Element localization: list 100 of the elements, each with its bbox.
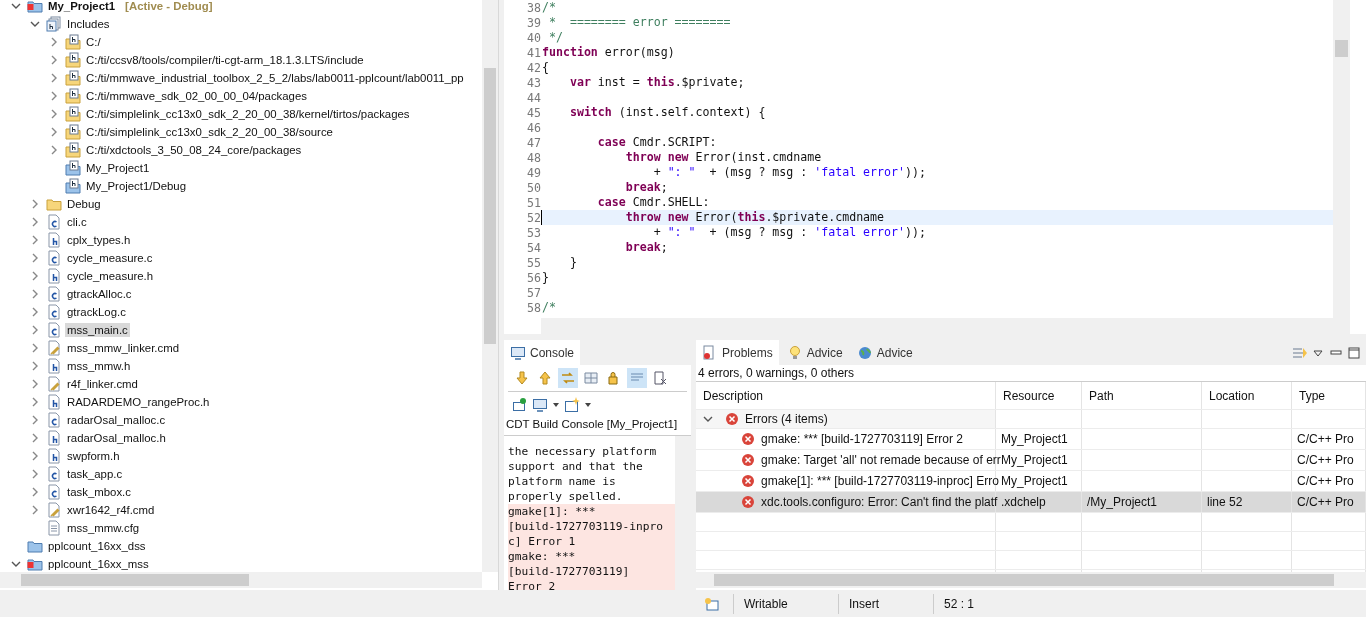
column-header[interactable]: Location (1202, 382, 1292, 409)
tree-item[interactable]: C:/ (84, 35, 103, 49)
code-line: case Cmdr.SHELL: (596, 195, 711, 210)
tree-item[interactable]: My_Project1 (46, 0, 118, 13)
tree-item[interactable]: C:/ti/simplelink_cc13x0_sdk_2_20_00_38/kernel/tirtos/packages (84, 107, 412, 121)
problem-row[interactable]: gmake: *** [build-1727703119] Error 2 My_Project1 C/C++ Pro (696, 429, 1366, 450)
tree-item[interactable]: cli.c (65, 215, 89, 229)
code-line: case Cmdr.SCRIPT: (596, 135, 718, 150)
line-number: 39 (526, 15, 541, 30)
code-line: + ": " + (msg ? msg : 'fatal error')); (652, 225, 927, 240)
tree-item[interactable]: C:/ti/simplelink_cc13x0_sdk_2_20_00_38/source (84, 125, 335, 139)
code-line: { (541, 60, 550, 75)
table-cell: /My_Project1 (1087, 495, 1158, 509)
table-cell: C/C++ Pro (1297, 495, 1354, 509)
tree-item[interactable]: pplcount_16xx_mss (46, 557, 151, 571)
tree-item[interactable]: mss_main.c (65, 323, 130, 337)
tree-item[interactable]: C:/ti/xdctools_3_50_08_24_core/packages (84, 143, 304, 157)
tree-item[interactable]: cplx_types.h (65, 233, 133, 247)
tree-item[interactable]: C:/ti/ccsv8/tools/compiler/ti-cgt-arm_18.1.3.LTS/include (84, 53, 366, 67)
console-tab[interactable]: Console (504, 340, 581, 365)
problem-row[interactable]: xdc.tools.configuro: Error: Can't find the platf .xdchelp /My_Project1 line 52 C/C++ Pro (696, 492, 1366, 513)
code-line: } (568, 255, 578, 270)
status-field: Insert (838, 593, 933, 614)
table-cell: xdc.tools.configuro: Error: Can't find the platf (761, 495, 998, 509)
status-field: 52 : 1 (933, 593, 1366, 614)
tree-item[interactable]: gtrackLog.c (65, 305, 128, 319)
tree-item[interactable]: task_mbox.c (65, 485, 133, 499)
line-number: 58 (526, 300, 541, 315)
tree-item[interactable]: C:/ti/mmwave_sdk_02_00_00_04/packages (84, 89, 309, 103)
console-line: platform name is (508, 474, 617, 489)
code-line: break; (624, 180, 669, 195)
tree-item[interactable]: swpform.h (65, 449, 122, 463)
tree-item[interactable]: radarOsal_malloc.c (65, 413, 168, 427)
panel-tab[interactable]: Problems (696, 340, 779, 365)
error-group-row[interactable]: Errors (4 items) (696, 410, 996, 428)
line-number: 50 (526, 180, 541, 195)
tree-item[interactable]: My_Project1 (84, 161, 152, 175)
code-line: /* (541, 300, 557, 315)
tree-item[interactable]: task_app.c (65, 467, 125, 481)
line-number: 45 (526, 105, 541, 120)
code-line: throw new Error(inst.cmdname (624, 150, 823, 165)
table-cell: gmake: Target 'all' not remade because of err (761, 453, 1001, 467)
tree-item[interactable]: pplcount_16xx_dss (46, 539, 148, 553)
group-label: Errors (4 items) (745, 412, 828, 426)
tree-item[interactable]: cycle_measure.h (65, 269, 156, 283)
build-config-label: [Active - Debug] (125, 0, 213, 12)
code-line: switch (inst.self.context) { (568, 105, 767, 120)
tree-item[interactable]: gtrackAlloc.c (65, 287, 134, 301)
tree-item[interactable]: xwr1642_r4f.cmd (65, 503, 157, 517)
line-number: 48 (526, 150, 541, 165)
table-cell: C/C++ Pro (1297, 453, 1354, 467)
console-line: support and that the (508, 459, 644, 474)
line-number: 56 (526, 270, 541, 285)
table-cell: My_Project1 (1001, 432, 1068, 446)
panel-tab[interactable]: Advice (850, 340, 919, 365)
code-line: + ": " + (msg ? msg : 'fatal error')); (652, 165, 927, 180)
tree-item[interactable]: RADARDEMO_rangeProc.h (65, 395, 212, 409)
table-cell: C/C++ Pro (1297, 474, 1354, 488)
code-line: /* (541, 0, 557, 15)
tree-item[interactable]: C:/ti/mmwave_industrial_toolbox_2_5_2/labs/lab0011-pplcount/lab0011_pp (84, 71, 466, 85)
console-line: properly spelled. (508, 489, 624, 504)
problem-row[interactable]: gmake: Target 'all' not remade because of errMy_Project1 C/C++ Pro (696, 450, 1366, 471)
tree-item[interactable]: My_Project1/Debug (84, 179, 189, 193)
console-title: CDT Build Console [My_Project1] (504, 418, 691, 436)
tree-item[interactable]: Debug (65, 197, 103, 211)
panel-tab[interactable]: Advice (780, 340, 849, 365)
console-line: the necessary platform (508, 444, 658, 459)
table-cell: gmake: *** [build-1727703119] Error 2 (761, 432, 963, 446)
status-field: Writable (733, 593, 838, 614)
line-number: 47 (526, 135, 541, 150)
problems-summary: 4 errors, 0 warnings, 0 others (696, 365, 1366, 382)
tree-item[interactable]: radarOsal_malloc.h (65, 431, 168, 445)
line-number: 43 (526, 75, 541, 90)
code-line: var inst = this.$private; (568, 75, 746, 90)
table-cell: line 52 (1207, 495, 1243, 509)
code-line: */ (547, 30, 564, 45)
line-number: 53 (526, 225, 541, 240)
table-cell: C/C++ Pro (1297, 432, 1354, 446)
line-number: 40 (526, 30, 541, 45)
tree-item[interactable]: Includes (65, 17, 112, 31)
line-number: 38 (526, 0, 541, 15)
column-header[interactable]: Description (696, 382, 996, 409)
tree-item[interactable]: mss_mmw_linker.cmd (65, 341, 182, 355)
column-header[interactable]: Type (1292, 382, 1366, 409)
line-number: 44 (526, 90, 541, 105)
column-header[interactable]: Resource (996, 382, 1082, 409)
code-line: * ======== error ======== (547, 15, 732, 30)
code-line: function error(msg) (541, 45, 676, 60)
table-cell: gmake[1]: *** [build-1727703119-inproc] Erro (761, 474, 999, 488)
column-header[interactable]: Path (1082, 382, 1202, 409)
line-number: 46 (526, 120, 541, 135)
line-number: 49 (526, 165, 541, 180)
table-cell: .xdchelp (1001, 495, 1046, 509)
tree-item[interactable]: mss_mmw.h (65, 359, 133, 373)
tree-item[interactable]: mss_mmw.cfg (65, 521, 142, 535)
line-number: 55 (526, 255, 541, 270)
tree-item[interactable]: r4f_linker.cmd (65, 377, 140, 391)
table-cell: My_Project1 (1001, 453, 1068, 467)
tree-item[interactable]: cycle_measure.c (65, 251, 155, 265)
line-number: 57 (526, 285, 541, 300)
